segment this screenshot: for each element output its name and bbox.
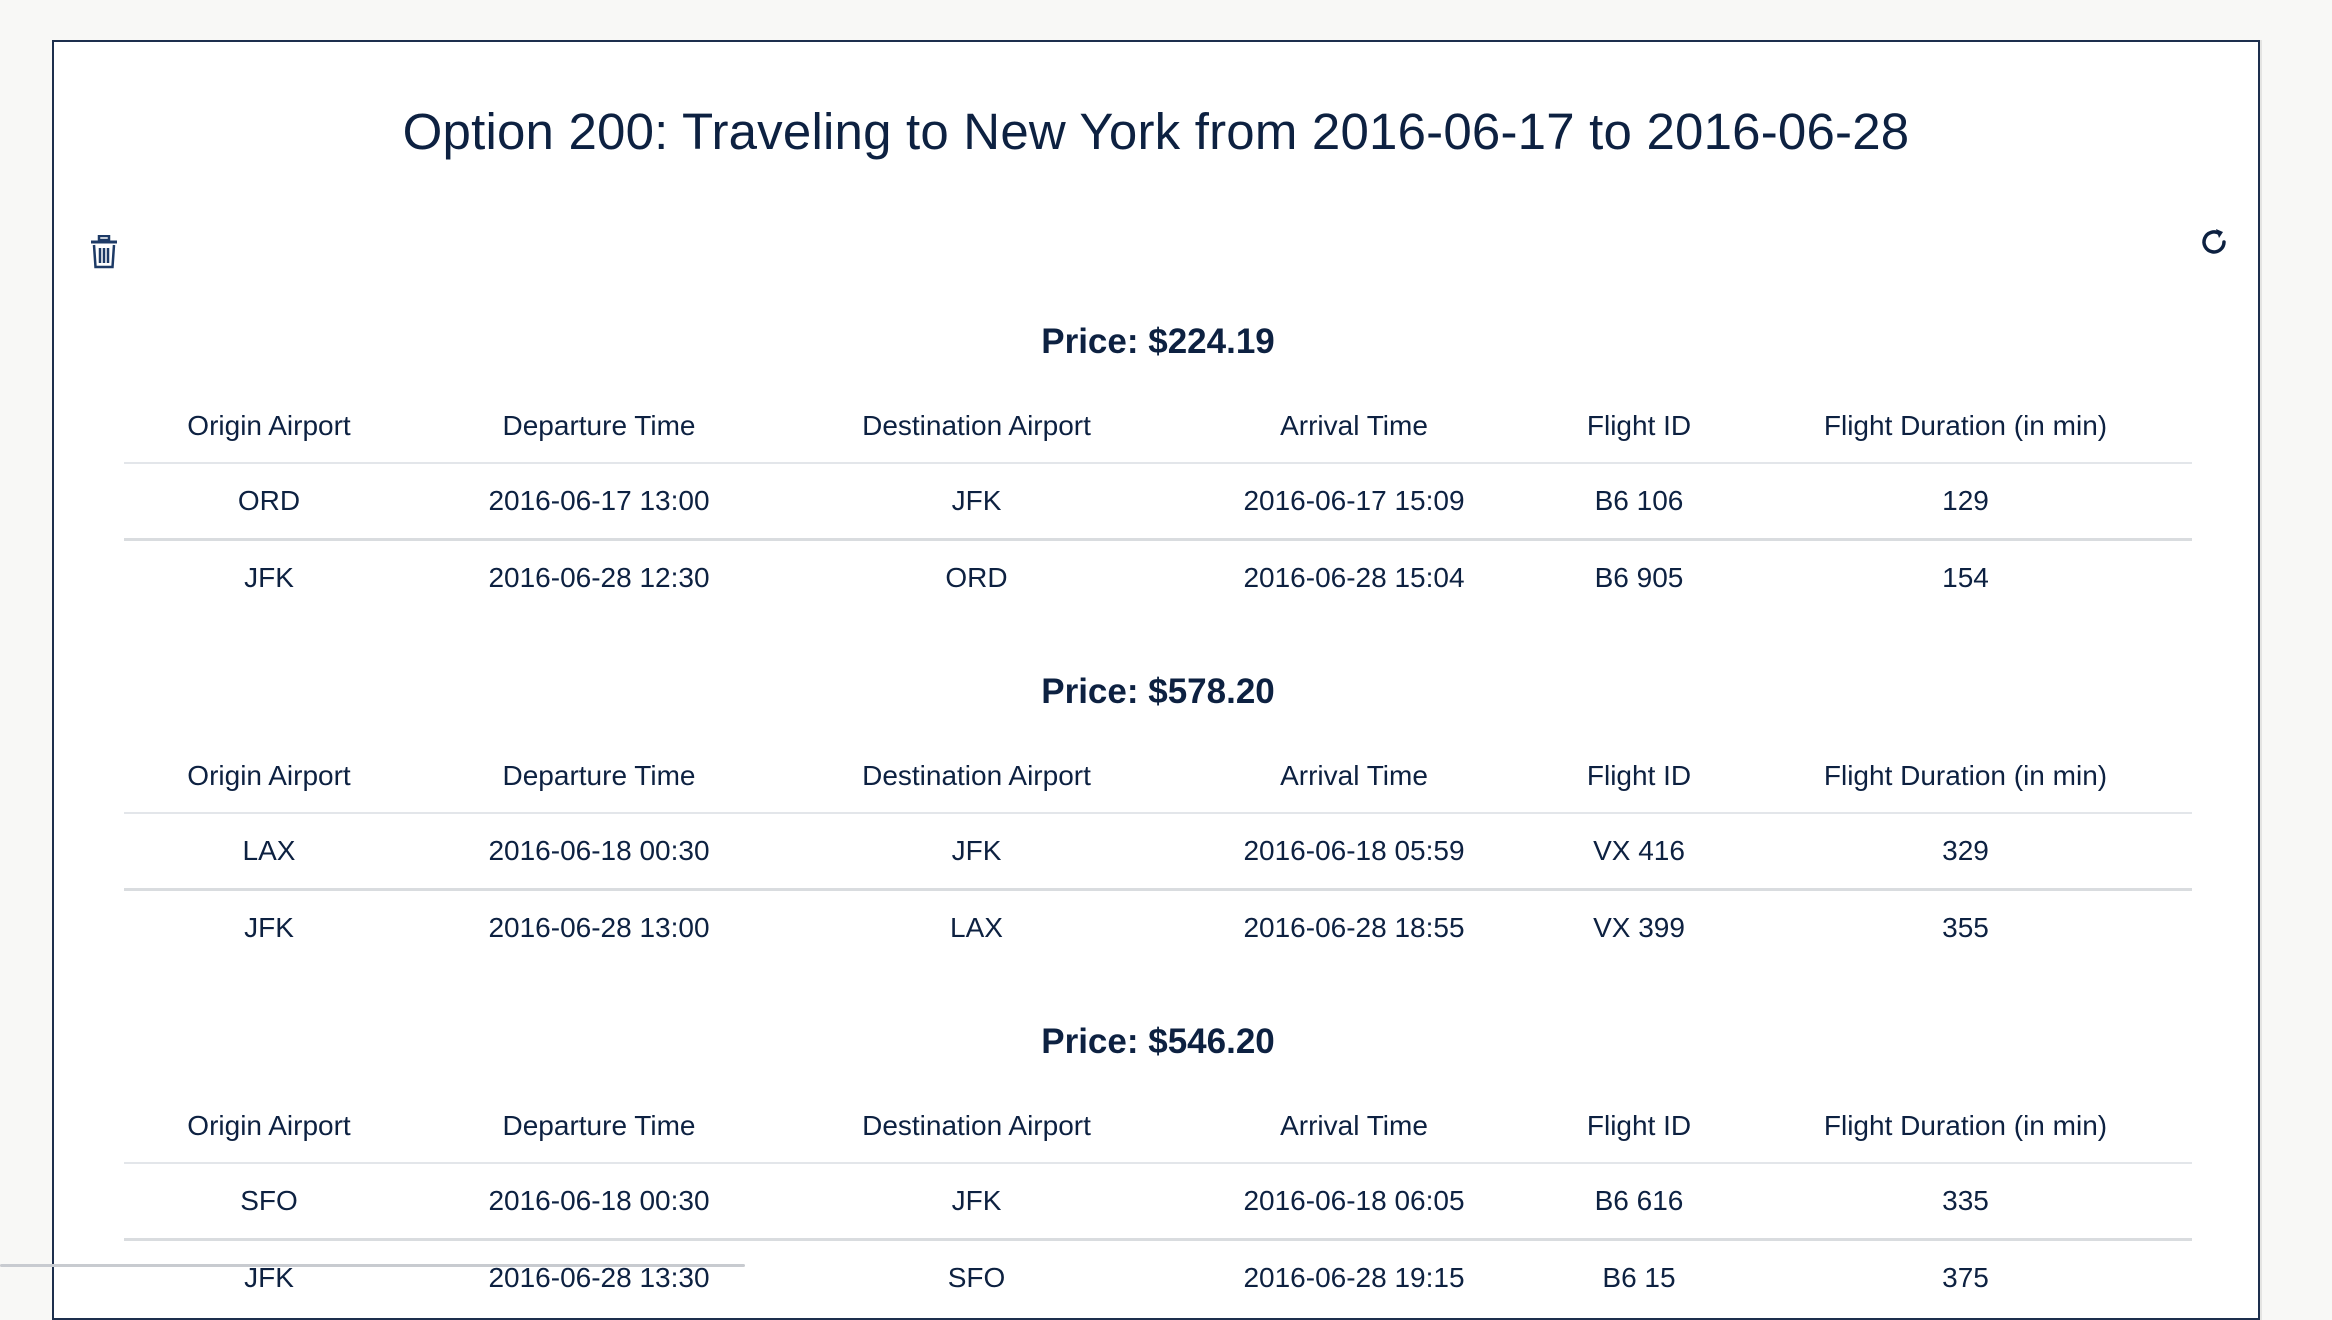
cell-flight-id: B6 905 [1594,562,1684,593]
cell-flight-id: B6 106 [1594,485,1684,516]
cell-departure: 2016-06-28 13:30 [488,1262,710,1293]
cell-origin: SFO [240,1185,298,1216]
cell-destination: LAX [950,912,1003,943]
cell-origin: JFK [244,1262,294,1293]
cell-arrival: 2016-06-18 05:59 [1243,835,1465,866]
header-departure-time: Departure Time [502,410,696,441]
page-title: Option 200: Traveling to New York from 2… [402,103,1910,160]
cell-arrival: 2016-06-17 15:09 [1243,485,1465,516]
header-flight-id: Flight ID [1586,1110,1692,1141]
header-flight-duration: Flight Duration (in min) [1823,760,2108,791]
delete-button[interactable] [84,232,124,272]
flight-option-2: Price: $578.20 Origin Airport Departure … [124,670,2192,965]
cell-flight-id: B6 15 [1602,1262,1676,1293]
table-header-row: Origin Airport Departure Time Destinatio… [124,740,2192,813]
flight-table: Origin Airport Departure Time Destinatio… [124,1090,2192,1315]
cell-arrival: 2016-06-28 19:15 [1243,1262,1465,1293]
horizontal-scrollbar[interactable] [0,1264,745,1267]
header-destination-airport: Destination Airport [862,410,1091,441]
header-departure-time: Departure Time [502,1110,696,1141]
cell-origin: JFK [244,562,294,593]
header-departure-time: Departure Time [502,760,696,791]
cell-origin: JFK [244,912,294,943]
price-label: Price: $224.19 [1041,322,1275,361]
header-origin-airport: Origin Airport [187,1110,351,1141]
refresh-icon [2202,229,2226,254]
cell-destination: JFK [951,485,1002,516]
cell-departure: 2016-06-18 00:30 [488,1185,710,1216]
header-flight-duration: Flight Duration (in min) [1823,410,2108,441]
flight-option-3: Price: $546.20 Origin Airport Departure … [124,1020,2192,1315]
cell-arrival: 2016-06-28 15:04 [1243,562,1465,593]
cell-arrival: 2016-06-18 06:05 [1243,1185,1465,1216]
cell-duration: 355 [1942,912,1989,943]
table-row: JFK 2016-06-28 13:00 LAX 2016-06-28 18:5… [124,890,2192,966]
cell-destination: JFK [951,835,1002,866]
cell-departure: 2016-06-17 13:00 [488,485,710,516]
table-row: SFO 2016-06-18 00:30 JFK 2016-06-18 06:0… [124,1163,2192,1240]
header-flight-id: Flight ID [1586,760,1692,791]
table-row: ORD 2016-06-17 13:00 JFK 2016-06-17 15:0… [124,463,2192,540]
price-label: Price: $578.20 [1041,672,1275,711]
cell-flight-id: VX 416 [1593,835,1685,866]
table-header-row: Origin Airport Departure Time Destinatio… [124,1090,2192,1163]
cell-destination: SFO [947,1262,1006,1293]
cell-departure: 2016-06-28 13:00 [488,912,710,943]
header-origin-airport: Origin Airport [187,410,351,441]
cell-duration: 375 [1942,1262,1989,1293]
flight-table: Origin Airport Departure Time Destinatio… [124,740,2192,965]
table-row: JFK 2016-06-28 12:30 ORD 2016-06-28 15:0… [124,540,2192,616]
cell-flight-id: VX 399 [1593,912,1685,943]
header-destination-airport: Destination Airport [862,1110,1091,1141]
header-flight-duration: Flight Duration (in min) [1823,1110,2108,1141]
cell-arrival: 2016-06-28 18:55 [1243,912,1465,943]
cell-origin: ORD [237,485,301,516]
cell-destination: JFK [951,1185,1002,1216]
header-arrival-time: Arrival Time [1280,760,1428,791]
cell-duration: 329 [1942,835,1989,866]
cell-duration: 335 [1942,1185,1989,1216]
cell-duration: 129 [1942,485,1989,516]
header-destination-airport: Destination Airport [862,760,1091,791]
header-arrival-time: Arrival Time [1280,1110,1428,1141]
refresh-button[interactable] [2194,222,2234,262]
header-origin-airport: Origin Airport [187,760,351,791]
trash-icon [91,235,117,269]
flight-option-card: Option 200: Traveling to New York from 2… [52,40,2260,1320]
cell-duration: 154 [1942,562,1989,593]
table-row: JFK 2016-06-28 13:30 SFO 2016-06-28 19:1… [124,1240,2192,1316]
cell-flight-id: B6 616 [1594,1185,1684,1216]
cell-destination: ORD [945,562,1008,593]
flight-option-1: Price: $224.19 Origin Airport Departure … [124,320,2192,615]
table-header-row: Origin Airport Departure Time Destinatio… [124,390,2192,463]
cell-origin: LAX [242,835,296,866]
cell-departure: 2016-06-28 12:30 [488,562,710,593]
cell-departure: 2016-06-18 00:30 [488,835,710,866]
price-label: Price: $546.20 [1041,1022,1275,1061]
header-flight-id: Flight ID [1586,410,1692,441]
flight-table: Origin Airport Departure Time Destinatio… [124,390,2192,615]
table-row: LAX 2016-06-18 00:30 JFK 2016-06-18 05:5… [124,813,2192,890]
header-arrival-time: Arrival Time [1280,410,1428,441]
